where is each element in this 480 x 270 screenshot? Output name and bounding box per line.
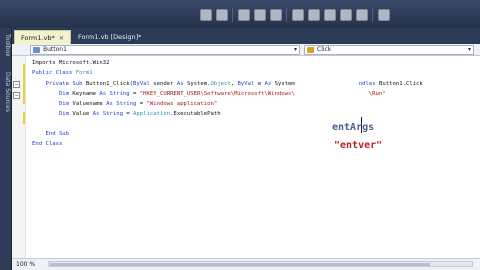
code-token: System: [271, 81, 295, 87]
side-tool-strip: Toolbox Data Sources: [0, 28, 12, 270]
code-token: As String: [99, 91, 130, 97]
code-line[interactable]: Public Class Form1: [32, 69, 93, 77]
toolbar-button-icon[interactable]: [270, 9, 282, 21]
toolbar-separator: [232, 8, 233, 22]
chevron-down-icon: ▾: [293, 46, 297, 53]
toolbar-separator: [372, 8, 373, 22]
code-line[interactable]: End Sub: [32, 130, 69, 138]
horizontal-scrollbar[interactable]: [48, 261, 473, 267]
code-token: Button1_Click(: [85, 81, 134, 87]
overlay-annotation: entArgs: [332, 122, 375, 133]
code-token: End Sub: [32, 131, 70, 137]
code-line[interactable]: Dim Valuename As String = "Windows appli…: [32, 100, 217, 108]
code-token: =: [129, 91, 140, 97]
code-token: Dim: [32, 111, 70, 117]
code-token: Valuename: [69, 101, 107, 107]
code-token: \Run": [368, 91, 386, 97]
code-token: "HKEY_CURRENT_USER\Software\Microsoft\Wi…: [139, 91, 295, 97]
toolbar-button-icon[interactable]: [200, 9, 212, 21]
chevron-down-icon: ▾: [467, 46, 471, 53]
code-token: Button1.Click: [379, 81, 423, 87]
editor-navigation-bar: Button1 ▾ Click ▾: [12, 44, 480, 56]
code-line[interactable]: Dim Value As String = Application.Execut…: [32, 110, 221, 118]
code-token: Keyname: [69, 91, 100, 97]
code-token: Dim: [32, 91, 70, 97]
code-token: sender: [149, 81, 177, 87]
document-tabs: Form1.vb* ✕ Form1.vb [Design]*: [12, 28, 480, 44]
code-token: System.: [183, 81, 211, 87]
toolbar-button-icon[interactable]: [216, 9, 228, 21]
code-token: ByVal: [133, 81, 150, 87]
data-sources-tab[interactable]: Data Sources: [1, 72, 11, 112]
tab-form1-design[interactable]: Form1.vb [Design]*: [72, 30, 147, 44]
toolbox-tab[interactable]: Toolbox: [1, 34, 11, 57]
code-token: As: [176, 81, 184, 87]
code-line[interactable]: Dim Keyname As String = "HKEY_CURRENT_US…: [32, 90, 386, 98]
toolbar-separator: [286, 8, 287, 22]
code-token: e: [254, 81, 265, 87]
tab-label: Form1.vb*: [21, 34, 55, 42]
code-token: Imports Microsoft.Win32: [32, 60, 110, 66]
code-token: As String: [92, 111, 123, 117]
code-token: ,: [230, 81, 238, 87]
collapse-toggle-icon[interactable]: −: [13, 92, 20, 99]
toolbar-button-icon[interactable]: [356, 9, 368, 21]
tab-label: Form1.vb [Design]*: [78, 33, 142, 41]
toolbar-button-icon[interactable]: [254, 9, 266, 21]
code-token: "Windows application": [146, 101, 218, 107]
code-editor[interactable]: Button1 ▾ Click ▾ Imports Microsoft.Win3…: [12, 44, 480, 270]
code-token: Public Class: [32, 70, 76, 76]
event-dropdown[interactable]: Click ▾: [304, 45, 474, 55]
button-icon: [33, 47, 40, 53]
toolbar-button-icon[interactable]: [238, 9, 250, 21]
toolbar-button-icon[interactable]: [308, 9, 320, 21]
code-token: =: [136, 101, 147, 107]
toolbar-button-icon[interactable]: [340, 9, 352, 21]
toolbar: [0, 0, 480, 28]
toolbar-button-icon[interactable]: [378, 9, 390, 21]
code-token: Application: [133, 111, 171, 117]
overlay-annotation: "entver": [334, 140, 383, 151]
code-token: Object: [210, 81, 231, 87]
code-token: End Class: [32, 141, 63, 147]
change-marker: [23, 112, 25, 124]
scrollbar-thumb[interactable]: [50, 263, 430, 266]
code-token: .ExecutablePath: [170, 111, 221, 117]
code-area[interactable]: Imports Microsoft.Win32 Public Class Form…: [13, 56, 480, 258]
event-dropdown-value: Click: [317, 46, 332, 53]
tab-form1-code[interactable]: Form1.vb* ✕: [14, 30, 71, 44]
code-token: ndles: [358, 81, 380, 87]
collapse-toggle-icon[interactable]: −: [13, 81, 20, 88]
object-dropdown-value: Button1: [43, 46, 67, 53]
change-marker: [23, 64, 25, 104]
code-token: Private Sub: [32, 81, 86, 87]
event-icon: [307, 47, 314, 53]
object-dropdown[interactable]: Button1 ▾: [30, 45, 300, 55]
toolbar-button-icon[interactable]: [292, 9, 304, 21]
code-token: Value: [69, 111, 93, 117]
code-token: ByVal: [237, 81, 255, 87]
code-token: Form1: [75, 70, 93, 76]
code-line[interactable]: Imports Microsoft.Win32: [32, 59, 109, 67]
code-token: As String: [106, 101, 137, 107]
code-token: =: [122, 111, 134, 117]
code-line[interactable]: End Class: [32, 140, 62, 148]
toolbar-button-icon[interactable]: [324, 9, 336, 21]
code-token: Dim: [32, 101, 70, 107]
code-line[interactable]: Private Sub Button1_Click(ByVal sender A…: [32, 80, 423, 88]
